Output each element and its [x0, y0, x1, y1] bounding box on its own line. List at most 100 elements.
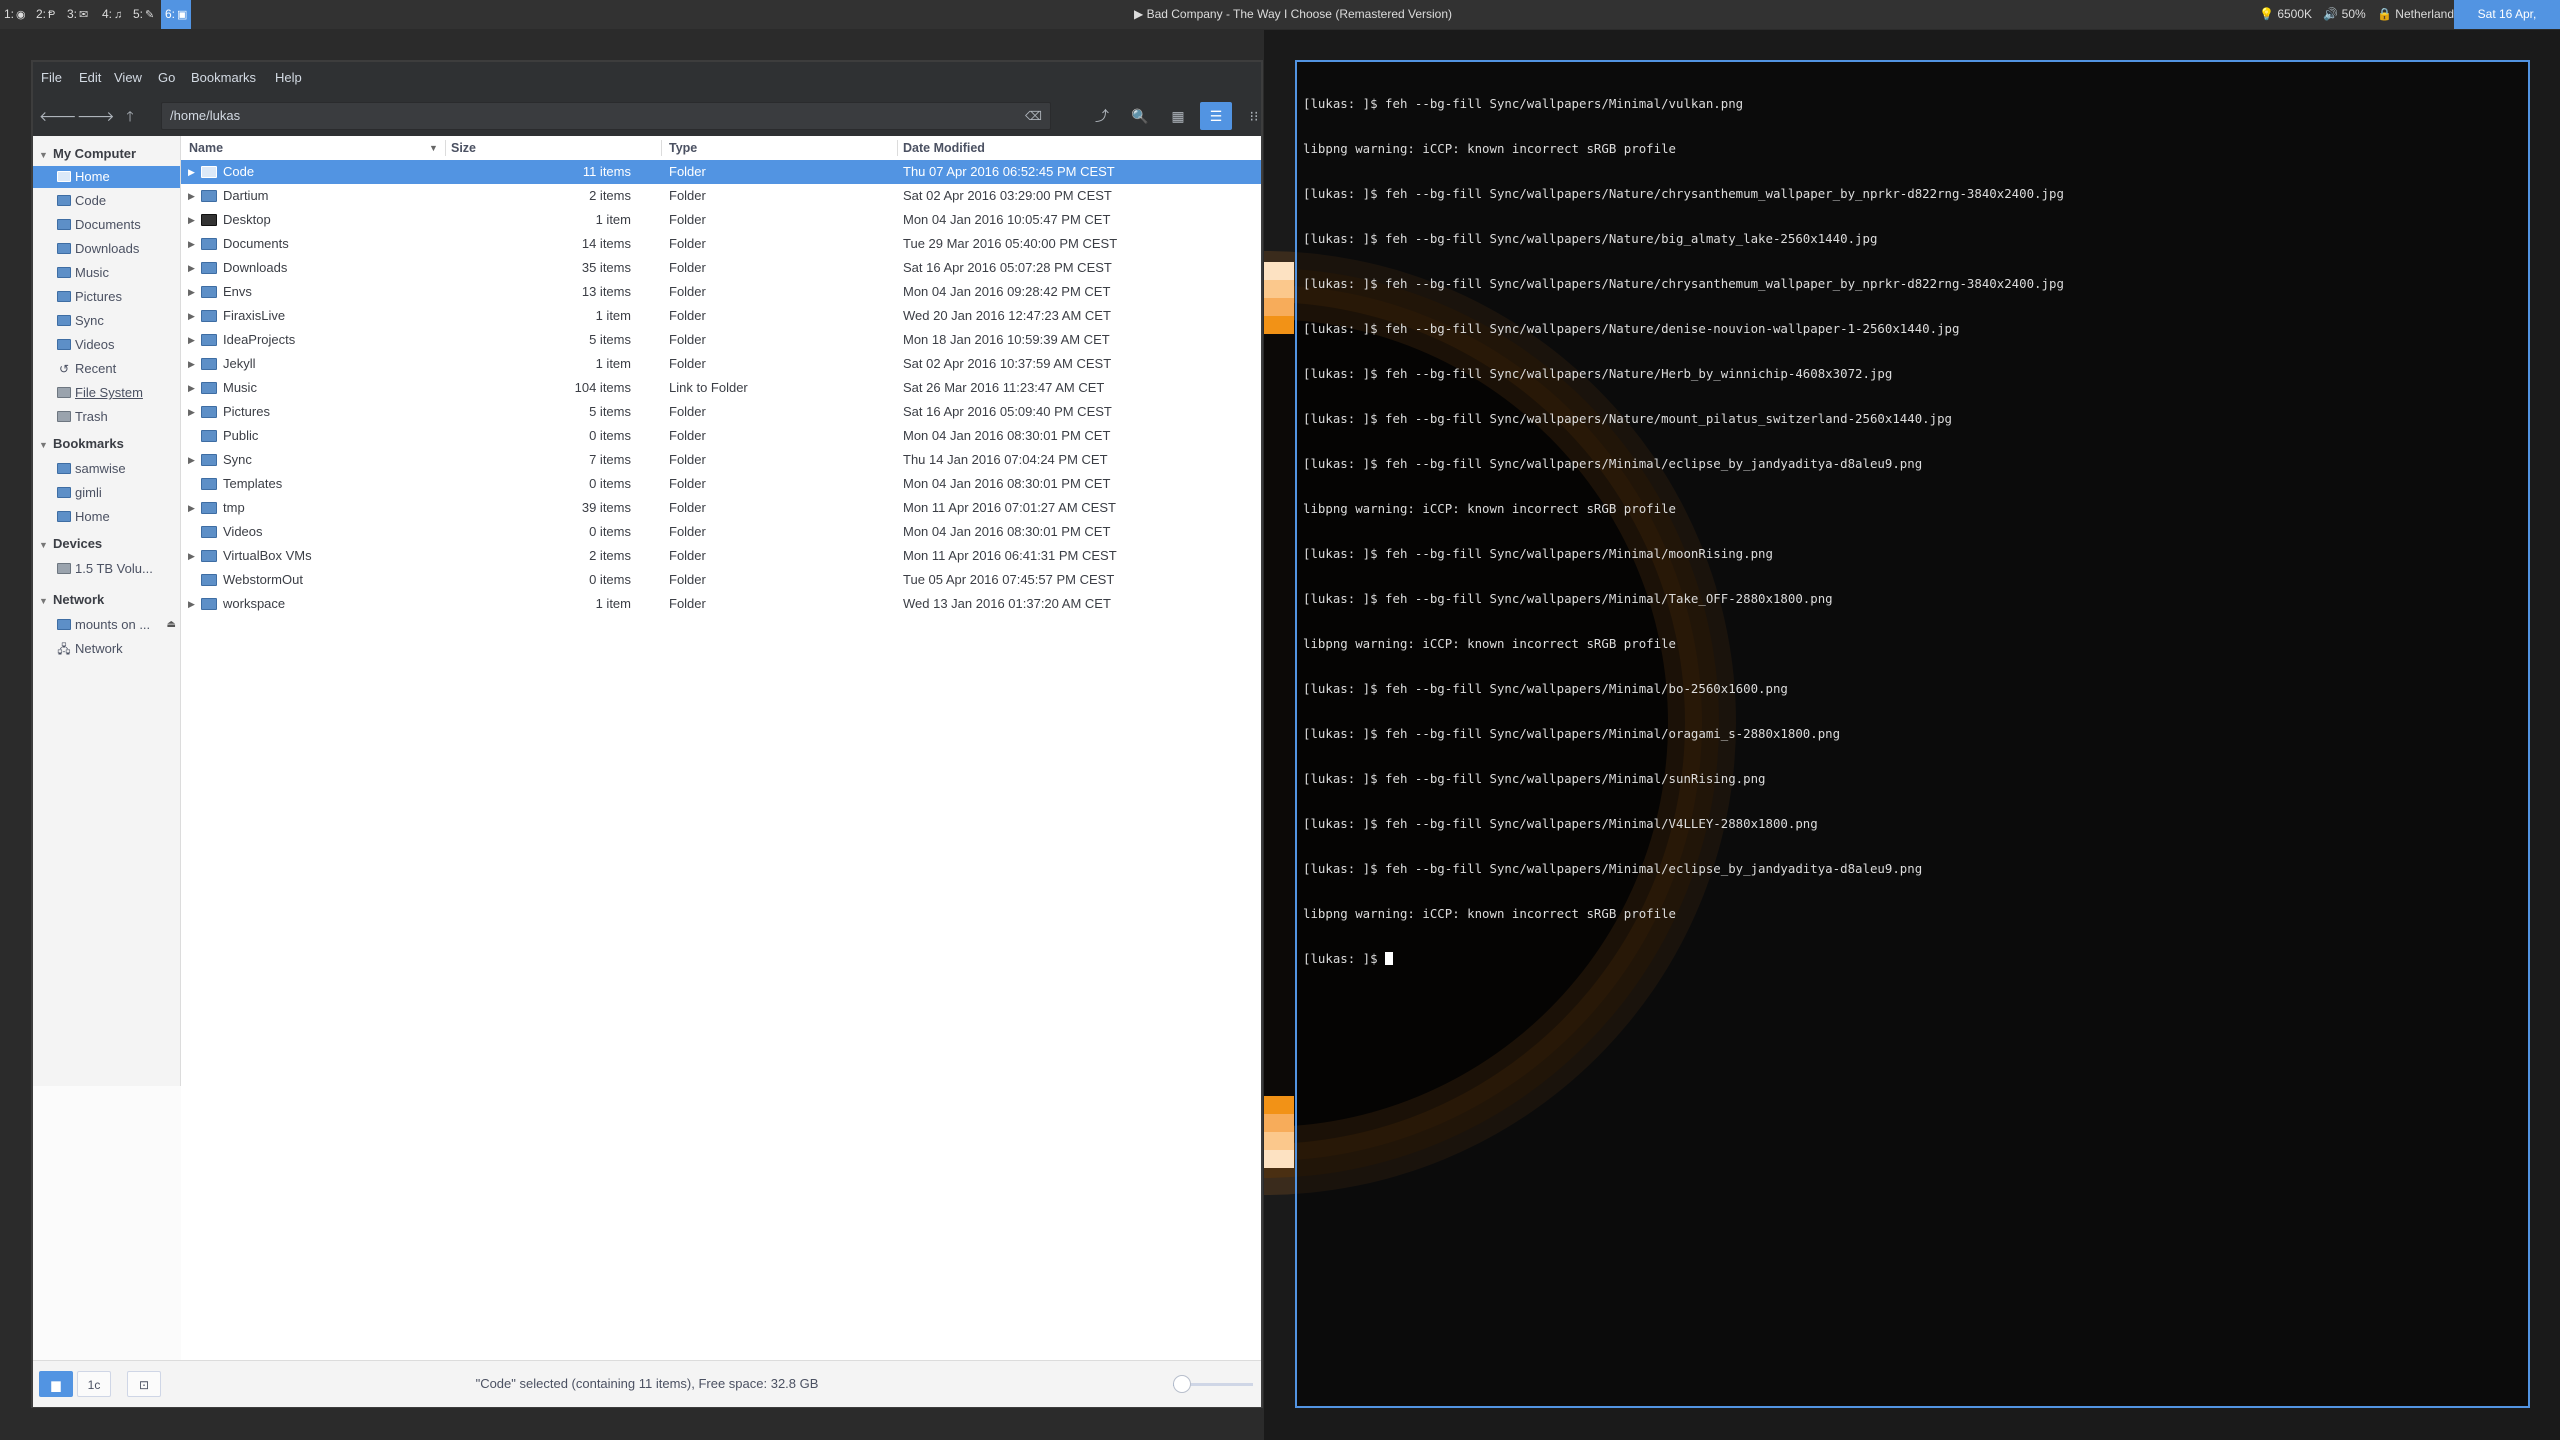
show-places-button[interactable]: ▆ — [39, 1371, 73, 1397]
media-now-playing[interactable]: ▶ Bad Company - The Way I Choose (Remast… — [1134, 0, 1452, 29]
menu-edit[interactable]: Edit — [79, 62, 101, 94]
table-row[interactable]: ▶ tmp 39 items Folder Mon 11 Apr 2016 07:01:… — [181, 496, 1261, 520]
workspace-1[interactable]: 1: ◉ — [0, 0, 30, 29]
table-row[interactable]: ▶ Code 11 items Folder Thu 07 Apr 2016 06:52… — [181, 160, 1261, 184]
workspace-3[interactable]: 3: ✉ — [63, 0, 92, 29]
toggle-location-button[interactable]: ⤴ — [1086, 102, 1118, 130]
sidebar-heading-my-computer[interactable]: ▼ My Computer — [39, 146, 136, 161]
sidebar-item-pictures[interactable]: Pictures — [33, 286, 180, 308]
table-row[interactable]: ▶ Music 104 items Link to Folder Sat 26 Mar … — [181, 376, 1261, 400]
column-name[interactable]: Name — [189, 136, 223, 160]
table-row[interactable]: Public 0 items Folder Mon 04 Jan 2016 08:30… — [181, 424, 1261, 448]
sidebar-item-music[interactable]: Music — [33, 262, 180, 284]
sidebar-item-videos[interactable]: Videos — [33, 334, 180, 356]
sidebar-item-file-system[interactable]: File System — [33, 382, 180, 404]
back-button[interactable]: 🡐 — [39, 102, 77, 130]
expand-icon[interactable]: ▶ — [188, 280, 195, 304]
terminal-line: [lukas: ]$ feh --bg-fill Sync/wallpapers… — [1303, 366, 1893, 381]
table-row[interactable]: ▶ Jekyll 1 item Folder Sat 02 Apr 2016 10:37… — [181, 352, 1261, 376]
clock[interactable]: Sat 16 Apr, 17:39:34 — [2454, 0, 2560, 50]
clear-icon[interactable]: ⌫ — [1025, 103, 1042, 129]
sidebar-heading-network[interactable]: ▼ Network — [39, 592, 104, 607]
up-button[interactable]: 🡑 — [114, 102, 146, 130]
table-row[interactable]: ▶ Desktop 1 item Folder Mon 04 Jan 2016 10:0… — [181, 208, 1261, 232]
search-button[interactable]: 🔍 — [1124, 102, 1156, 130]
expand-icon[interactable]: ▶ — [188, 304, 195, 328]
expand-icon[interactable]: ▶ — [188, 160, 195, 184]
sidebar-item-code[interactable]: Code — [33, 190, 180, 212]
terminal-window[interactable]: [lukas: ]$ feh --bg-fill Sync/wallpapers… — [1295, 60, 2530, 1408]
terminal-prompt-line[interactable]: [lukas: ]$ — [1303, 951, 2064, 966]
column-separator[interactable] — [661, 140, 662, 156]
zoom-slider-handle[interactable] — [1173, 1375, 1191, 1393]
table-row[interactable]: WebstormOut 0 items Folder Tue 05 Apr 2016 … — [181, 568, 1261, 592]
expand-icon[interactable]: ▶ — [188, 352, 195, 376]
forward-button[interactable]: 🡒 — [77, 102, 115, 130]
list-view-button[interactable]: ☰ — [1200, 102, 1232, 130]
workspace-5[interactable]: 5: ✎ — [129, 0, 158, 29]
workspace-4[interactable]: 4: ♫ — [98, 0, 126, 29]
sidebar-item-downloads[interactable]: Downloads — [33, 238, 180, 260]
hide-sidebar-button[interactable]: ⊡ — [127, 1371, 161, 1397]
sidebar-item-bookmark-home[interactable]: Home — [33, 506, 180, 528]
sidebar-item-gimli[interactable]: gimli — [33, 482, 180, 504]
sidebar-heading-devices[interactable]: ▼ Devices — [39, 536, 102, 551]
folder-icon — [201, 574, 217, 586]
table-row[interactable]: ▶ IdeaProjects 5 items Folder Mon 18 Jan 201… — [181, 328, 1261, 352]
expand-icon[interactable]: ▶ — [188, 184, 195, 208]
workspace-6[interactable]: 6: ▣ — [161, 0, 192, 29]
column-size[interactable]: Size — [451, 136, 476, 160]
expand-icon[interactable]: ▶ — [188, 208, 195, 232]
table-row[interactable]: ▶ FiraxisLive 1 item Folder Wed 20 Jan 2016 … — [181, 304, 1261, 328]
eject-icon[interactable]: ⏏ — [167, 614, 176, 636]
sidebar-item-home[interactable]: Home — [33, 166, 180, 188]
sidebar-heading-bookmarks[interactable]: ▼ Bookmarks — [39, 436, 124, 451]
expand-icon[interactable]: ▶ — [188, 328, 195, 352]
top-panel: 1: ◉ 2: Ᵽ 3: ✉ 4: ♫ 5: ✎ 6: ▣ ▶ Bad Company - … — [0, 0, 2560, 50]
sidebar-item-mounts[interactable]: mounts on ... ⏏ — [33, 614, 180, 636]
sidebar-item-network[interactable]: 🖧 Network — [33, 638, 180, 660]
column-type[interactable]: Type — [669, 136, 697, 160]
sidebar-item-trash[interactable]: Trash — [33, 406, 180, 428]
table-row[interactable]: Templates 0 items Folder Mon 04 Jan 2016 08… — [181, 472, 1261, 496]
menu-help[interactable]: Help — [275, 62, 302, 94]
sidebar-item-volume[interactable]: 1.5 TB Volu... — [33, 558, 180, 580]
icon-view-button[interactable]: ▦ — [1162, 102, 1194, 130]
vpn-indicator[interactable]: 🔒 Netherlands — [2377, 7, 2460, 21]
expand-icon[interactable]: ▶ — [188, 256, 195, 280]
expand-icon[interactable]: ▶ — [188, 232, 195, 256]
table-row[interactable]: ▶ Dartium 2 items Folder Sat 02 Apr 2016 03:… — [181, 184, 1261, 208]
expand-icon[interactable]: ▶ — [188, 592, 195, 616]
sidebar-item-recent[interactable]: ↺ Recent — [33, 358, 180, 380]
location-bar[interactable]: /home/lukas ⌫ — [161, 102, 1051, 130]
workspace-2[interactable]: 2: Ᵽ — [32, 0, 59, 29]
expand-icon[interactable]: ▶ — [188, 544, 195, 568]
redshift-indicator[interactable]: 💡 6500K — [2259, 7, 2312, 21]
expand-icon[interactable]: ▶ — [188, 376, 195, 400]
table-row[interactable]: ▶ workspace 1 item Folder Wed 13 Jan 2016 01… — [181, 592, 1261, 616]
table-row[interactable]: Videos 0 items Folder Mon 04 Jan 2016 08:30… — [181, 520, 1261, 544]
compact-view-button[interactable]: ⁝⁝ — [1238, 102, 1270, 130]
menu-view[interactable]: View — [114, 62, 142, 94]
table-row[interactable]: ▶ Sync 7 items Folder Thu 14 Jan 2016 07:04:… — [181, 448, 1261, 472]
menu-go[interactable]: Go — [158, 62, 175, 94]
table-row[interactable]: ▶ Envs 13 items Folder Mon 04 Jan 2016 09:28… — [181, 280, 1261, 304]
table-row[interactable]: ▶ Downloads 35 items Folder Sat 16 Apr 2016 … — [181, 256, 1261, 280]
expand-icon[interactable]: ▶ — [188, 448, 195, 472]
menu-bookmarks[interactable]: Bookmarks — [191, 62, 256, 94]
sort-descending-icon[interactable]: ▼ — [429, 136, 438, 160]
column-date-modified[interactable]: Date Modified — [903, 136, 985, 160]
table-row[interactable]: ▶ Pictures 5 items Folder Sat 16 Apr 2016 05… — [181, 400, 1261, 424]
show-tree-button[interactable]: 1c — [77, 1371, 111, 1397]
expand-icon[interactable]: ▶ — [188, 496, 195, 520]
table-row[interactable]: ▶ Documents 14 items Folder Tue 29 Mar 2016 … — [181, 232, 1261, 256]
volume-indicator[interactable]: 🔊 50% — [2323, 7, 2365, 21]
sidebar-item-sync[interactable]: Sync — [33, 310, 180, 332]
expand-icon[interactable]: ▶ — [188, 400, 195, 424]
column-separator[interactable] — [445, 140, 446, 156]
menu-file[interactable]: File — [41, 62, 62, 94]
sidebar-item-samwise[interactable]: samwise — [33, 458, 180, 480]
sidebar-item-documents[interactable]: Documents — [33, 214, 180, 236]
table-row[interactable]: ▶ VirtualBox VMs 2 items Folder Mon 11 Apr 2… — [181, 544, 1261, 568]
column-separator[interactable] — [897, 140, 898, 156]
